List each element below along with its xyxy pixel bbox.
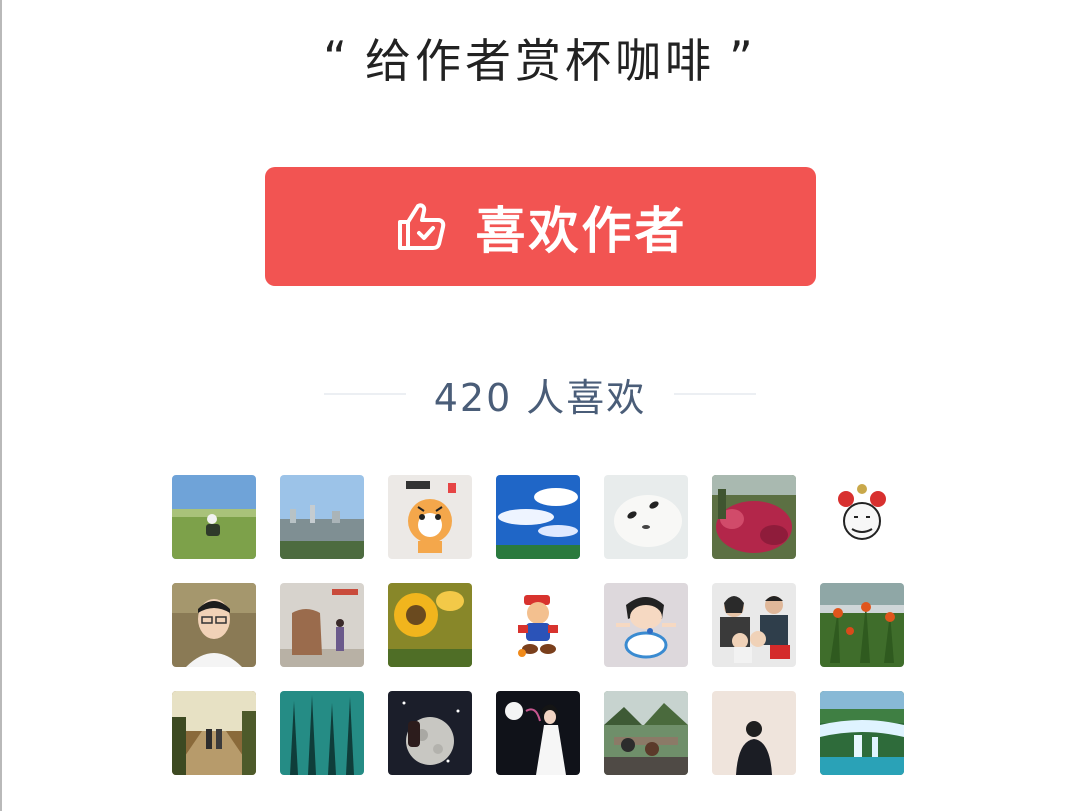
liker-avatar-grid (172, 475, 904, 775)
avatar-6[interactable] (712, 475, 796, 559)
avatar-19[interactable] (604, 691, 688, 775)
thumbs-up-icon (394, 200, 448, 254)
avatar-3[interactable] (388, 475, 472, 559)
avatar-14[interactable] (820, 583, 904, 667)
close-quote: ” (729, 31, 757, 85)
likes-count-row: 420 人喜欢 (0, 362, 1080, 426)
avatar-5[interactable] (604, 475, 688, 559)
avatar-13[interactable] (712, 583, 796, 667)
open-quote: “ (323, 31, 351, 85)
avatar-4[interactable] (496, 475, 580, 559)
avatar-8[interactable] (172, 583, 256, 667)
avatar-17[interactable] (388, 691, 472, 775)
avatar-10[interactable] (388, 583, 472, 667)
like-author-label: 喜欢作者 (475, 201, 688, 260)
avatar-9[interactable] (280, 583, 364, 667)
reward-title-text: 给作者赏杯咖啡 (365, 34, 715, 88)
avatar-16[interactable] (280, 691, 364, 775)
right-divider-line (674, 393, 757, 395)
likes-count-number: 420 (433, 375, 513, 420)
left-divider-line (323, 393, 406, 395)
likes-count: 420 人喜欢 (434, 367, 647, 422)
reward-page: “ 给作者赏杯咖啡 ” 喜欢作者 420 人喜欢 (0, 0, 1080, 811)
reward-title: “ 给作者赏杯咖啡 ” (0, 18, 1080, 98)
avatar-21[interactable] (820, 691, 904, 775)
like-author-button[interactable]: 喜欢作者 (265, 167, 816, 286)
likes-count-suffix: 人喜欢 (526, 375, 647, 420)
avatar-1[interactable] (172, 475, 256, 559)
avatar-12[interactable] (604, 583, 688, 667)
avatar-11[interactable] (496, 583, 580, 667)
avatar-20[interactable] (712, 691, 796, 775)
avatar-18[interactable] (496, 691, 580, 775)
avatar-7[interactable] (820, 475, 904, 559)
avatar-15[interactable] (172, 691, 256, 775)
avatar-2[interactable] (280, 475, 364, 559)
